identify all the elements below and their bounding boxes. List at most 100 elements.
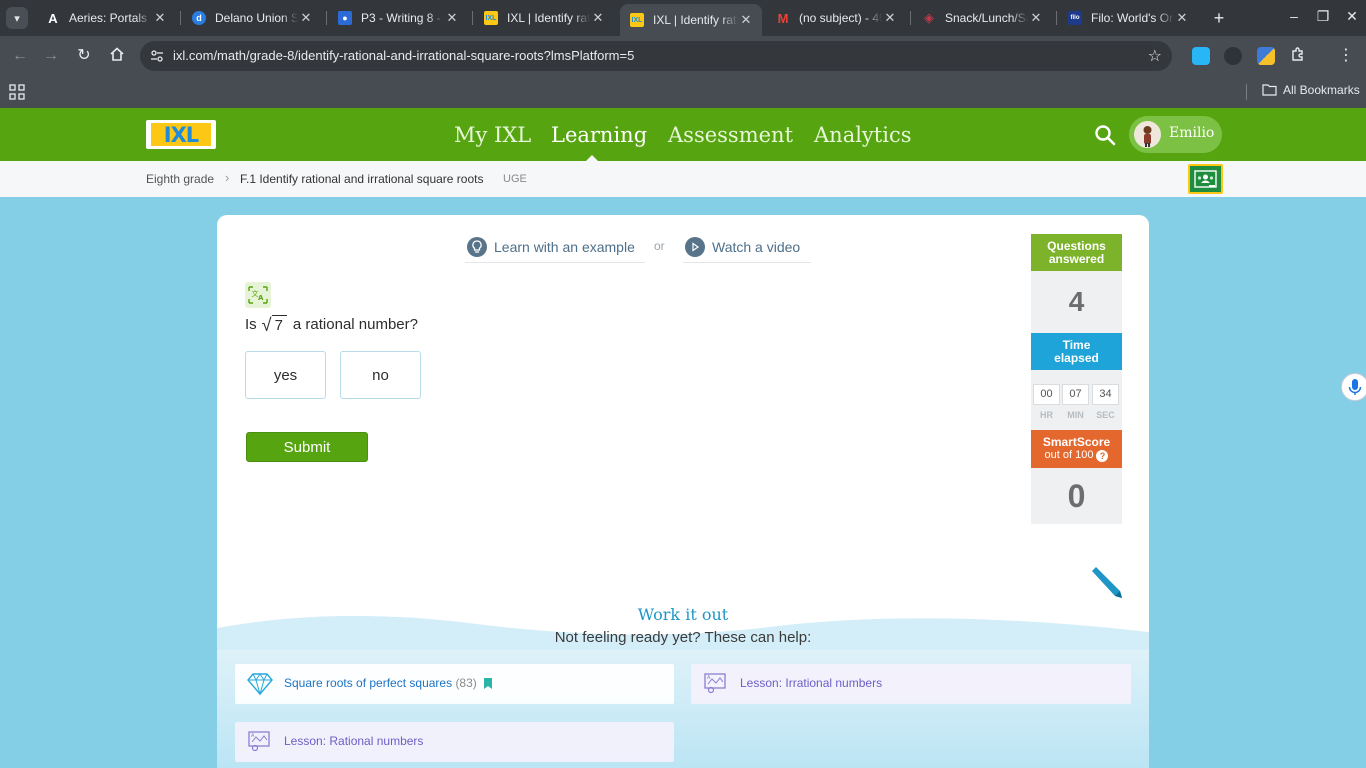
- filo-favicon-icon: filo: [1068, 11, 1082, 25]
- ixl-logo[interactable]: IXL: [146, 120, 216, 149]
- learn-with-example-link[interactable]: Learn with an example: [465, 232, 645, 263]
- close-tab-icon[interactable]: ✕: [590, 10, 606, 26]
- url-text[interactable]: ixl.com/math/grade-8/identify-rational-a…: [173, 48, 634, 63]
- restore-icon[interactable]: ❐: [1313, 8, 1333, 25]
- recommendation-lesson-irrational[interactable]: A Lesson: Irrational numbers: [691, 664, 1131, 704]
- tab-snack[interactable]: ◈ Snack/Lunch/Su ✕: [912, 4, 1052, 32]
- questions-answered-header: Questions answered: [1031, 234, 1122, 271]
- address-bar[interactable]: ixl.com/math/grade-8/identify-rational-a…: [140, 41, 1172, 71]
- site-settings-icon[interactable]: [150, 49, 164, 63]
- nav-learning[interactable]: Learning: [551, 123, 647, 147]
- tab-search-button[interactable]: ▾: [6, 7, 28, 29]
- close-tab-icon[interactable]: ✕: [738, 12, 754, 28]
- new-tab-button[interactable]: +: [1209, 8, 1229, 28]
- reload-icon[interactable]: ↻: [74, 46, 94, 66]
- breadcrumb-grade[interactable]: Eighth grade: [146, 172, 214, 186]
- watch-video-label: Watch a video: [712, 239, 801, 255]
- tab-title: Snack/Lunch/Su: [945, 11, 1028, 25]
- skill-count: (83): [455, 676, 477, 690]
- gmail-favicon-icon: M: [777, 10, 789, 26]
- help-question-icon[interactable]: ?: [1096, 449, 1109, 462]
- user-menu-button[interactable]: Emilio: [1129, 116, 1222, 153]
- close-tab-icon[interactable]: ✕: [882, 10, 898, 26]
- translate-icon[interactable]: 文 A: [245, 282, 271, 308]
- tab-ixl-1[interactable]: IXL IXL | Identify ratio ✕: [474, 4, 614, 32]
- lesson-rational-label: Lesson: Rational numbers: [284, 734, 424, 748]
- square-root-expression: √ 7: [262, 315, 287, 334]
- schoolcafe-favicon-icon: ◈: [924, 10, 934, 25]
- all-bookmarks-button[interactable]: All Bookmarks: [1262, 83, 1360, 97]
- bookmark-icon: [484, 678, 493, 690]
- forward-arrow-icon[interactable]: →: [41, 46, 61, 66]
- work-it-out-title: Work it out: [637, 605, 729, 624]
- bookmarks-bar: All Bookmarks: [0, 76, 1366, 108]
- back-arrow-icon[interactable]: ←: [10, 46, 30, 66]
- nav-assessment[interactable]: Assessment: [668, 123, 793, 147]
- extensions-puzzle-icon[interactable]: [1288, 46, 1308, 66]
- questions-answered-count: 4: [1031, 271, 1122, 333]
- watch-video-link[interactable]: Watch a video: [683, 232, 811, 263]
- google-classroom-share-button[interactable]: [1188, 164, 1223, 194]
- extension-icon[interactable]: [1257, 47, 1275, 65]
- timer-hours: 00: [1033, 384, 1060, 405]
- svg-text:A: A: [707, 675, 711, 681]
- bookmarks-separator: [1246, 84, 1247, 100]
- apps-grid-icon[interactable]: [9, 84, 25, 100]
- extension-icon[interactable]: [1224, 47, 1242, 65]
- tab-aeries[interactable]: A Aeries: Portals ✕: [36, 4, 176, 32]
- breadcrumb: Eighth grade › F.1 Identify rational and…: [0, 161, 1366, 197]
- tab-gmail[interactable]: M (no subject) - 45 ✕: [766, 4, 906, 32]
- tab-title: P3 - Writing 8 - M: [361, 11, 444, 25]
- close-window-icon[interactable]: ✕: [1342, 8, 1362, 25]
- browser-menu-icon[interactable]: ⋮: [1336, 46, 1356, 66]
- tab-filo[interactable]: filo Filo: World's Onl ✕: [1058, 4, 1198, 32]
- smartscore-header[interactable]: SmartScore out of 100 ?: [1031, 430, 1122, 468]
- tab-writing[interactable]: ● P3 - Writing 8 - M ✕: [328, 4, 468, 32]
- tab-title: Aeries: Portals: [69, 11, 148, 25]
- tab-title: IXL | Identify ratio: [507, 11, 590, 25]
- questions-answered-label: Questions answered: [1047, 238, 1106, 266]
- search-icon[interactable]: [1094, 124, 1116, 146]
- radicand: 7: [271, 315, 287, 334]
- nav-my-ixl[interactable]: My IXL: [454, 123, 531, 147]
- tab-title: (no subject) - 45: [799, 11, 882, 25]
- tab-ixl-active[interactable]: IXL IXL | Identify ratio ✕: [620, 4, 762, 36]
- svg-text:A: A: [251, 733, 255, 739]
- recommendation-skill-text: Square roots of perfect squares (83): [284, 676, 493, 690]
- delano-favicon-icon: d: [192, 11, 206, 25]
- tab-delano[interactable]: d Delano Union SD ✕: [182, 4, 322, 32]
- close-tab-icon[interactable]: ✕: [444, 10, 460, 26]
- ixl-favicon-icon: IXL: [630, 13, 644, 27]
- tab-separator: [910, 11, 911, 25]
- scratchpad-pencil-icon[interactable]: [1087, 563, 1125, 601]
- or-separator: or: [654, 239, 665, 253]
- home-icon[interactable]: [107, 46, 127, 66]
- answer-no-button[interactable]: no: [340, 351, 421, 399]
- tab-separator: [180, 11, 181, 25]
- lesson-icon: A: [704, 673, 726, 694]
- recommendation-skill[interactable]: Square roots of perfect squares (83): [235, 664, 674, 704]
- close-tab-icon[interactable]: ✕: [152, 10, 168, 26]
- close-tab-icon[interactable]: ✕: [298, 10, 314, 26]
- lightbulb-icon: [467, 237, 487, 257]
- minimize-icon[interactable]: –: [1284, 8, 1304, 24]
- submit-button[interactable]: Submit: [246, 432, 368, 462]
- practice-card: Learn with an example or Watch a video 文…: [217, 215, 1149, 768]
- diamond-icon: [247, 673, 273, 696]
- avatar: [1134, 121, 1161, 148]
- hours-label: HR: [1040, 410, 1053, 420]
- tab-title: Delano Union SD: [215, 11, 298, 25]
- time-elapsed-header: Time elapsed: [1031, 333, 1122, 370]
- bookmark-star-icon[interactable]: ☆: [1148, 46, 1162, 66]
- nav-analytics[interactable]: Analytics: [814, 123, 911, 147]
- extension-icon[interactable]: [1192, 47, 1210, 65]
- smartscore-label: SmartScore: [1042, 435, 1111, 449]
- tab-separator: [326, 11, 327, 25]
- recommendation-lesson-rational[interactable]: A Lesson: Rational numbers: [235, 722, 674, 762]
- voice-access-microphone-icon[interactable]: [1341, 373, 1366, 401]
- tab-separator: [472, 11, 473, 25]
- answer-yes-button[interactable]: yes: [245, 351, 326, 399]
- classroom-favicon-icon: ●: [338, 11, 352, 25]
- close-tab-icon[interactable]: ✕: [1028, 10, 1044, 26]
- close-tab-icon[interactable]: ✕: [1174, 10, 1190, 26]
